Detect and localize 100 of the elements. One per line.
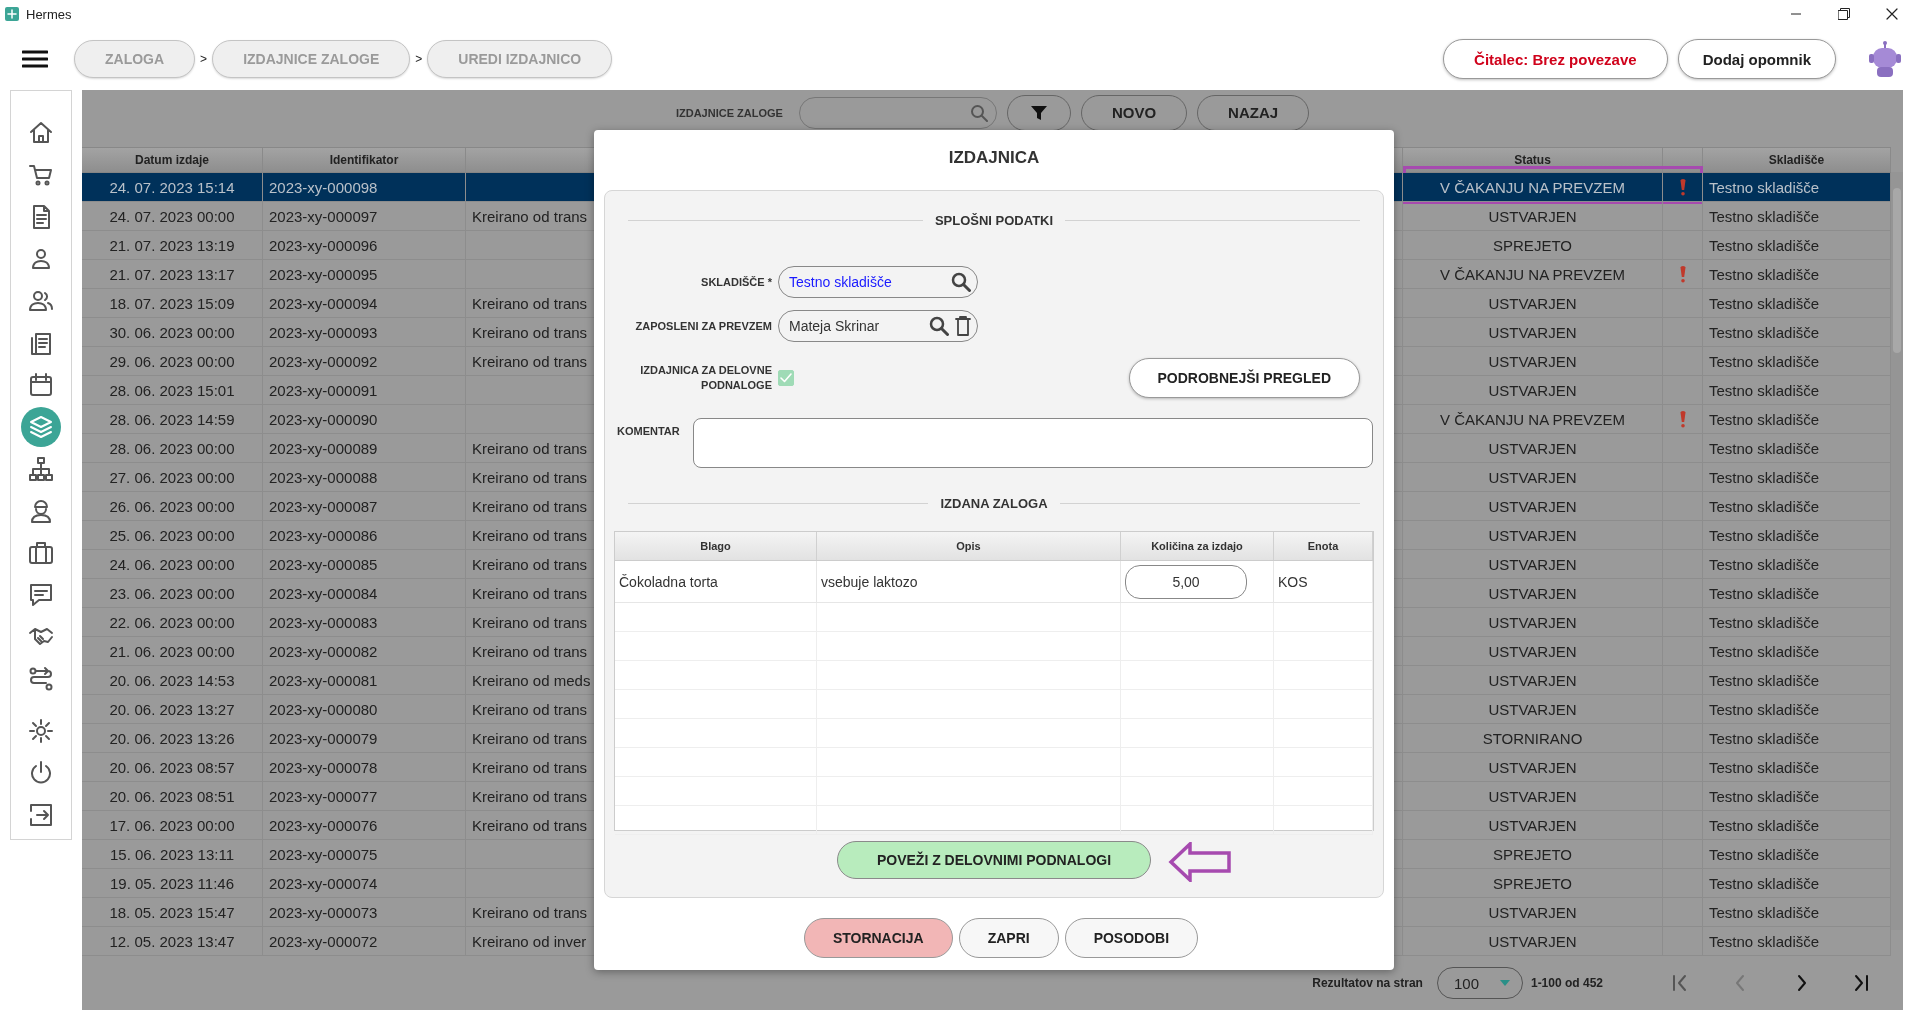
table-cell: SPREJETO bbox=[1493, 845, 1572, 863]
table-cell: SPREJETO bbox=[1493, 874, 1572, 892]
comment-field[interactable] bbox=[693, 418, 1373, 468]
table-cell: Kreirano od trans bbox=[472, 439, 588, 457]
table-cell: Kreirano od trans bbox=[472, 497, 588, 515]
dialog-title: IZDAJNICA bbox=[947, 147, 1041, 169]
table-cell: Kreirano od trans bbox=[472, 352, 588, 370]
table-cell: 2023-xy-000096 bbox=[269, 236, 378, 254]
table-cell: Testno skladišče bbox=[1709, 497, 1820, 515]
table-cell: 20. 06. 2023 13:27 bbox=[109, 700, 235, 718]
table-cell: 28. 06. 2023 00:00 bbox=[109, 439, 235, 457]
table-cell: 21. 07. 2023 13:17 bbox=[109, 265, 235, 283]
table-cell: Kreirano od trans bbox=[472, 294, 588, 312]
layers-icon bbox=[28, 414, 54, 440]
briefcase-icon bbox=[28, 540, 54, 566]
table-cell: Testno skladišče bbox=[1709, 207, 1820, 225]
dialog-button[interactable]: POSODOBI bbox=[1064, 918, 1199, 958]
table-cell: 18. 05. 2023 15:47 bbox=[109, 903, 235, 921]
cart-icon bbox=[28, 162, 54, 188]
logout-icon bbox=[28, 802, 54, 828]
close-icon bbox=[1886, 8, 1898, 20]
table-cell: 24. 07. 2023 15:14 bbox=[109, 178, 235, 196]
dialog-button[interactable]: ZAPRI bbox=[958, 918, 1059, 958]
dialog-button[interactable]: STORNACIJA bbox=[803, 918, 953, 958]
table-cell: 12. 05. 2023 13:47 bbox=[109, 932, 235, 950]
table-cell: Kreirano od trans bbox=[472, 729, 588, 747]
table-cell: Testno skladišče bbox=[1709, 613, 1820, 631]
table-cell: Kreirano od trans bbox=[472, 816, 588, 834]
table-cell: 2023-xy-000084 bbox=[269, 584, 378, 602]
table-cell: Testno skladišče bbox=[1709, 468, 1820, 486]
table-cell: 2023-xy-000091 bbox=[269, 381, 378, 399]
dropdown-icon bbox=[1499, 980, 1510, 987]
documents-icon bbox=[28, 330, 54, 356]
table-cell: 15. 06. 2023 13:11 bbox=[110, 845, 234, 863]
table-cell: 2023-xy-000078 bbox=[269, 758, 378, 776]
toolbar-button[interactable]: NAZAJ bbox=[1197, 94, 1310, 131]
table-cell: USTVARJEN bbox=[1488, 758, 1577, 776]
link-button[interactable]: POVEŽI Z DELOVNIMI PODNALOGI bbox=[837, 841, 1151, 879]
table-cell: USTVARJEN bbox=[1488, 468, 1577, 486]
table-cell: USTVARJEN bbox=[1488, 816, 1577, 834]
reader-status-button[interactable]: Čitalec: Brez povezave bbox=[1443, 39, 1668, 79]
table-cell: Testno skladišče bbox=[1709, 178, 1820, 196]
avatar-icon bbox=[1868, 40, 1902, 78]
comment-label: KOMENTAR bbox=[616, 424, 681, 437]
page-size-select[interactable]: 100 bbox=[1436, 967, 1523, 1000]
table-cell: Testno skladišče bbox=[1709, 671, 1820, 689]
table-cell: Testno skladišče bbox=[1709, 642, 1820, 660]
table-cell: 2023-xy-000081 bbox=[269, 671, 378, 689]
table-cell: USTVARJEN bbox=[1488, 497, 1577, 515]
scrollbar[interactable] bbox=[1891, 172, 1903, 931]
table-cell: V ČAKANJU NA PREVZEM bbox=[1439, 410, 1625, 428]
table-cell: 25. 06. 2023 00:00 bbox=[109, 526, 235, 544]
table-cell: 26. 06. 2023 00:00 bbox=[109, 497, 235, 515]
breadcrumb-separator: > bbox=[200, 52, 208, 66]
table-cell: Testno skladišče bbox=[1709, 352, 1820, 370]
hierarchy-icon bbox=[28, 456, 54, 482]
lookup-field[interactable]: Mateja Skrinar bbox=[778, 310, 978, 342]
table-cell: 2023-xy-000073 bbox=[269, 903, 378, 921]
table-cell: 24. 07. 2023 00:00 bbox=[109, 207, 235, 225]
lookup-field[interactable]: Testno skladišče bbox=[778, 266, 978, 298]
table-cell: USTVARJEN bbox=[1488, 932, 1577, 950]
table-cell: 29. 06. 2023 00:00 bbox=[109, 352, 235, 370]
table-cell: USTVARJEN bbox=[1488, 352, 1577, 370]
toolbar-title: IZDAJNICE ZALOGE bbox=[675, 106, 783, 119]
table-cell: 28. 06. 2023 15:01 bbox=[109, 381, 235, 399]
table-cell: USTVARJEN bbox=[1488, 294, 1577, 312]
table-cell: Testno skladišče bbox=[1709, 874, 1820, 892]
restore-icon bbox=[1838, 8, 1850, 20]
table-cell: Testno skladišče bbox=[1709, 758, 1820, 776]
table-cell: USTVARJEN bbox=[1488, 439, 1577, 457]
menu-button[interactable] bbox=[22, 49, 48, 69]
search-icon bbox=[929, 316, 949, 336]
reminder-button[interactable]: Dodaj opomnik bbox=[1677, 39, 1836, 79]
toolbar-button[interactable]: NOVO bbox=[1080, 94, 1188, 131]
table-cell: 20. 06. 2023 08:57 bbox=[109, 758, 235, 776]
field-label: SKLADIŠČE * bbox=[700, 276, 772, 288]
details-button[interactable]: PODROBNEJŠI PREGLED bbox=[1128, 358, 1360, 398]
table-cell: Testno skladišče bbox=[1709, 265, 1820, 283]
table-cell: USTVARJEN bbox=[1488, 903, 1577, 921]
table-cell: 2023-xy-000088 bbox=[269, 468, 378, 486]
table-cell: Kreirano od trans bbox=[472, 207, 588, 225]
table-cell: Testno skladišče bbox=[1709, 700, 1820, 718]
power-icon bbox=[28, 760, 54, 786]
table-cell: 20. 06. 2023 13:26 bbox=[109, 729, 235, 747]
table-cell: USTVARJEN bbox=[1488, 613, 1577, 631]
table-cell: Testno skladišče bbox=[1709, 323, 1820, 341]
checkbox[interactable] bbox=[778, 370, 794, 386]
filter-button[interactable] bbox=[1006, 94, 1071, 131]
search-field[interactable] bbox=[798, 96, 997, 129]
table-cell: Kreirano od trans bbox=[472, 323, 588, 341]
column-header: Količina za izdajo bbox=[1121, 532, 1274, 560]
search-icon bbox=[951, 272, 971, 292]
table-cell: Kreirano od trans bbox=[472, 700, 588, 718]
table-cell: 2023-xy-000074 bbox=[269, 874, 378, 892]
table-cell: 2023-xy-000095 bbox=[269, 265, 378, 283]
app-icon bbox=[4, 6, 20, 22]
table-cell: 27. 06. 2023 00:00 bbox=[109, 468, 235, 486]
quantity-field[interactable]: 5,00 bbox=[1125, 564, 1247, 599]
table-cell: 20. 06. 2023 08:51 bbox=[109, 787, 235, 805]
column-header: Skladišče bbox=[1703, 148, 1891, 173]
